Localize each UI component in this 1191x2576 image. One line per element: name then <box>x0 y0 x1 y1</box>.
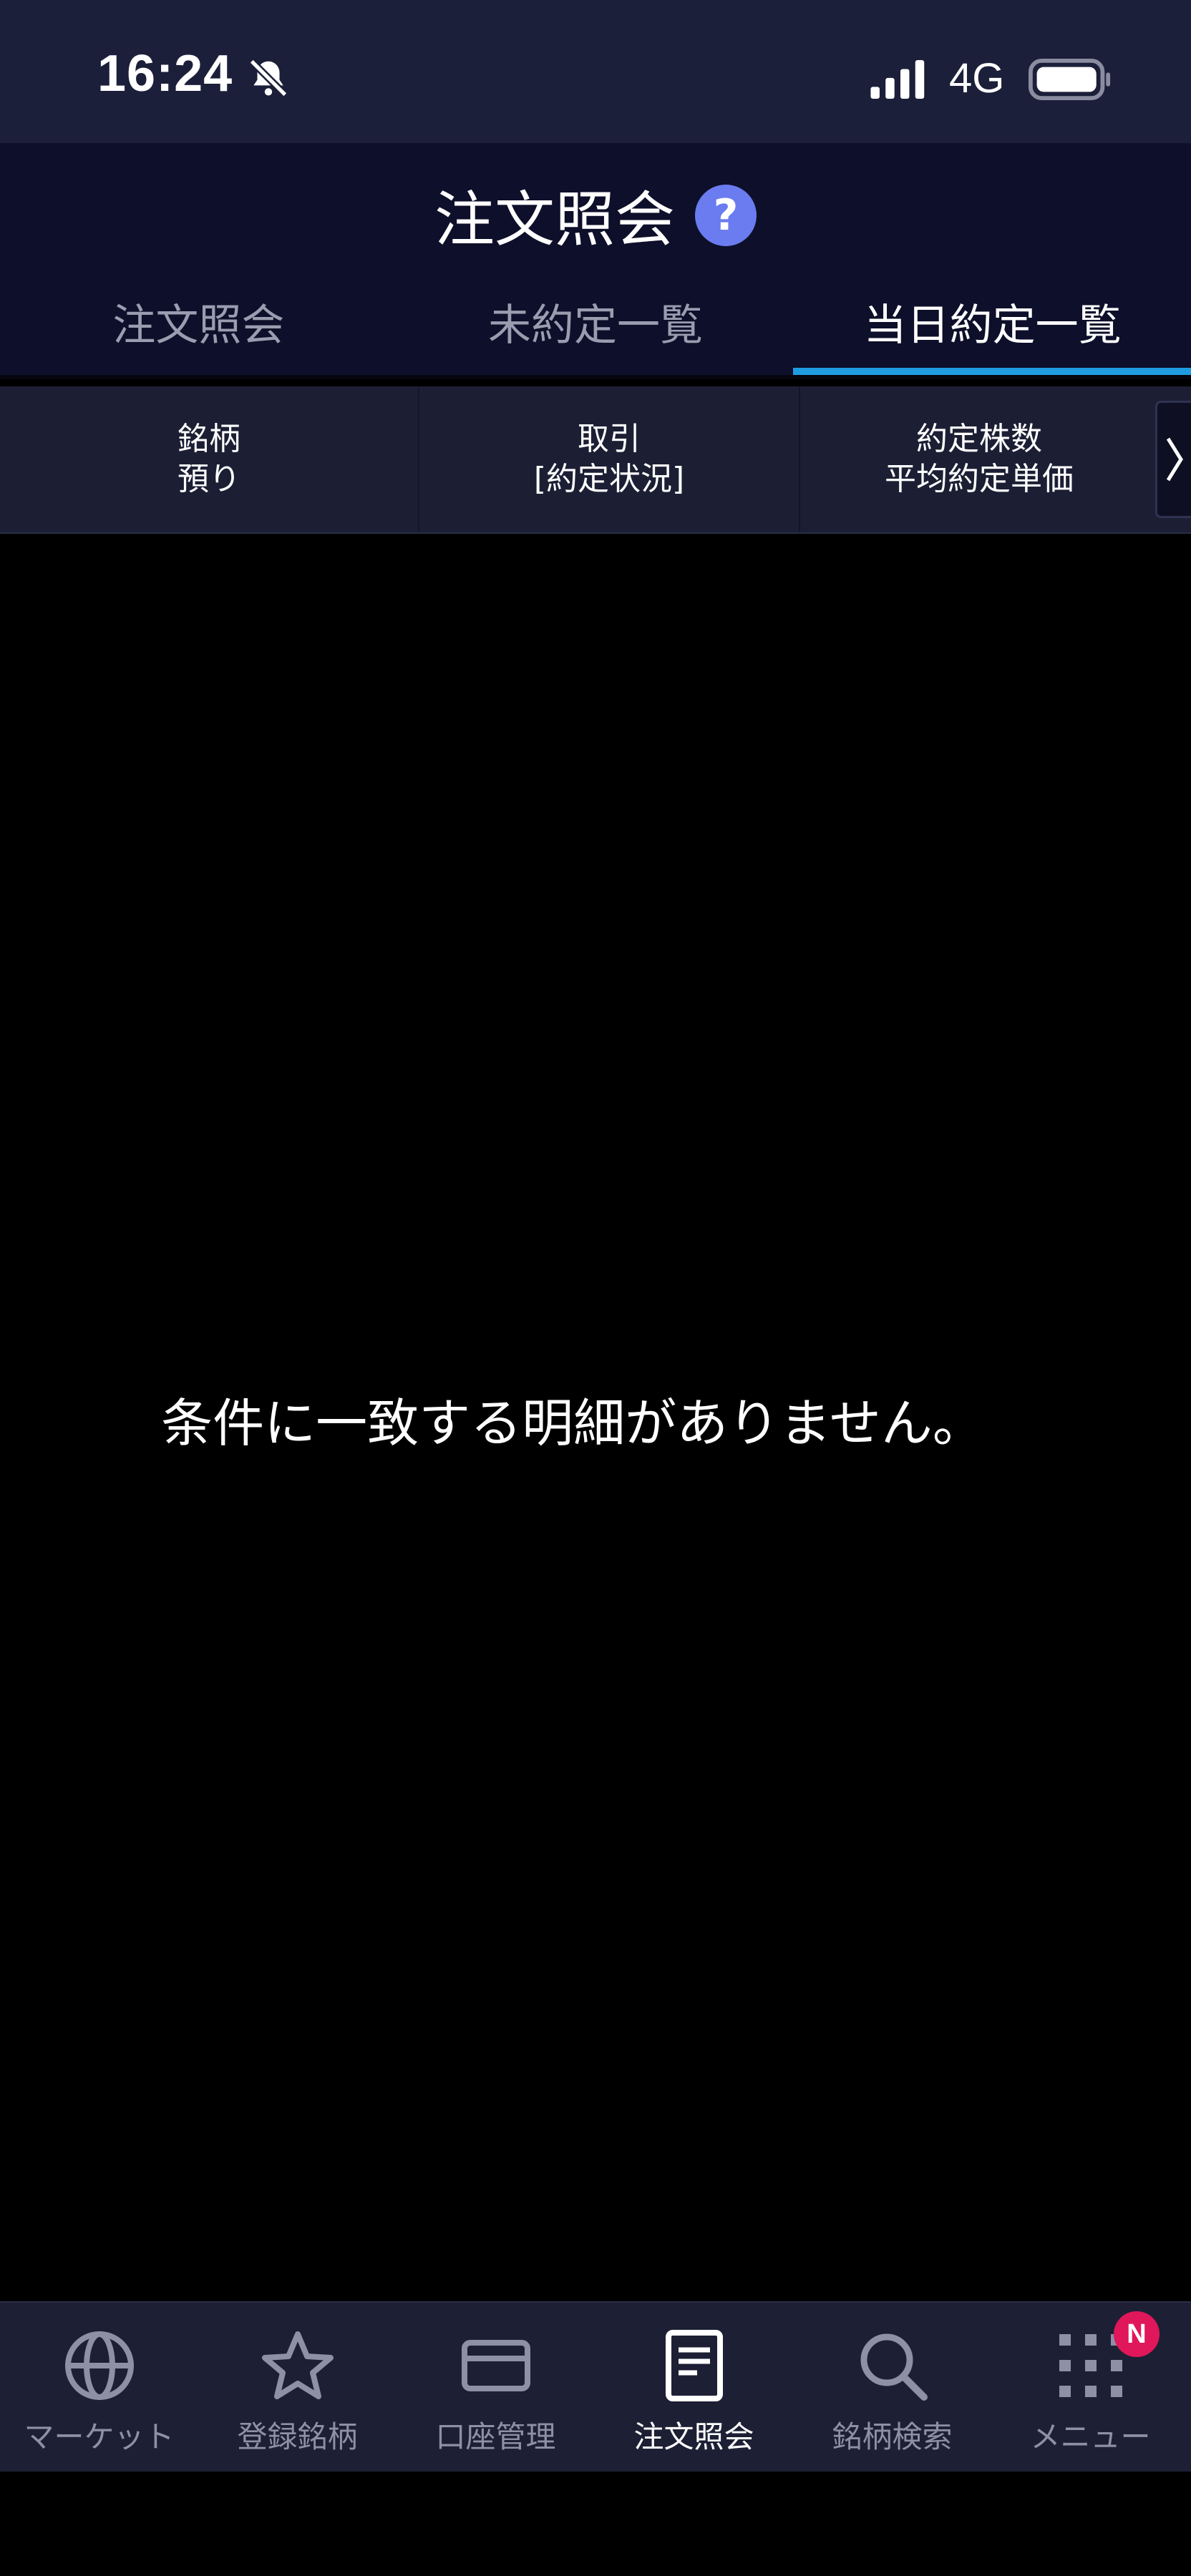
nav-item-stock-search[interactable]: 銘柄検索 <box>793 2303 991 2472</box>
column-header-line1: 銘柄 <box>178 421 240 457</box>
tab-today-executed-list[interactable]: 当日約定一覧 <box>794 286 1191 372</box>
nav-item-account[interactable]: 口座管理 <box>397 2303 595 2472</box>
nav-item-watchlist[interactable]: 登録銘柄 <box>198 2303 397 2472</box>
column-header-line2: [約定状況] <box>533 461 685 497</box>
nav-label: マーケット <box>24 2419 175 2454</box>
column-header-line2: 平均約定単価 <box>885 461 1074 497</box>
bell-muted-icon <box>249 59 288 97</box>
nav-label: 注文照会 <box>633 2419 754 2454</box>
help-icon[interactable]: ? <box>695 184 757 246</box>
column-header-stock[interactable]: 銘柄 預り <box>0 386 419 532</box>
battery-icon <box>1029 59 1111 100</box>
nav-item-order-inquiry[interactable]: 注文照会 <box>595 2303 793 2472</box>
status-time: 16:24 <box>97 45 233 102</box>
column-header-bar: 銘柄 預り 取引 [約定状況] 約定株数 平均約定単価 <box>0 386 1191 534</box>
cellular-signal-icon <box>870 60 925 99</box>
column-header-quantity[interactable]: 約定株数 平均約定単価 <box>800 386 1158 532</box>
divider <box>0 375 1191 379</box>
empty-state-message: 条件に一致する明細がありません。 <box>161 1393 984 1453</box>
column-header-line2: 預り <box>178 461 240 497</box>
chevron-right-icon <box>1166 437 1183 482</box>
nav-label: 登録銘柄 <box>237 2419 358 2454</box>
nav-item-menu[interactable]: メニュー <box>991 2303 1190 2472</box>
star-icon <box>261 2331 334 2399</box>
network-type: 4G <box>949 55 1005 102</box>
document-icon <box>665 2330 723 2401</box>
search-icon <box>860 2333 928 2401</box>
card-icon <box>461 2340 530 2391</box>
active-tab-indicator <box>793 368 1191 375</box>
notification-badge: N <box>1114 2311 1160 2357</box>
status-bar: 16:24 4G <box>0 0 1191 143</box>
nav-label: 銘柄検索 <box>832 2419 953 2454</box>
column-header-line1: 約定株数 <box>916 421 1042 457</box>
column-header-line1: 取引 <box>578 421 641 457</box>
scroll-right-button[interactable] <box>1155 401 1191 518</box>
nav-label: メニュー <box>1030 2419 1151 2454</box>
tab-bar: 注文照会 未約定一覧 当日約定一覧 <box>0 286 1191 372</box>
page-title: 注文照会 <box>434 185 675 255</box>
nav-label: 口座管理 <box>435 2419 556 2454</box>
tab-unexecuted-list[interactable]: 未約定一覧 <box>397 286 794 372</box>
page-title-row: 注文照会 ? <box>0 172 1191 258</box>
nav-item-market[interactable]: マーケット <box>0 2303 198 2472</box>
tab-order-inquiry[interactable]: 注文照会 <box>0 286 397 372</box>
globe-icon <box>64 2331 134 2400</box>
bottom-nav: マーケット 登録銘柄 口座管理 注文照会 銘柄検索 メニュー <box>0 2301 1191 2472</box>
column-header-trade[interactable]: 取引 [約定状況] <box>419 386 800 532</box>
